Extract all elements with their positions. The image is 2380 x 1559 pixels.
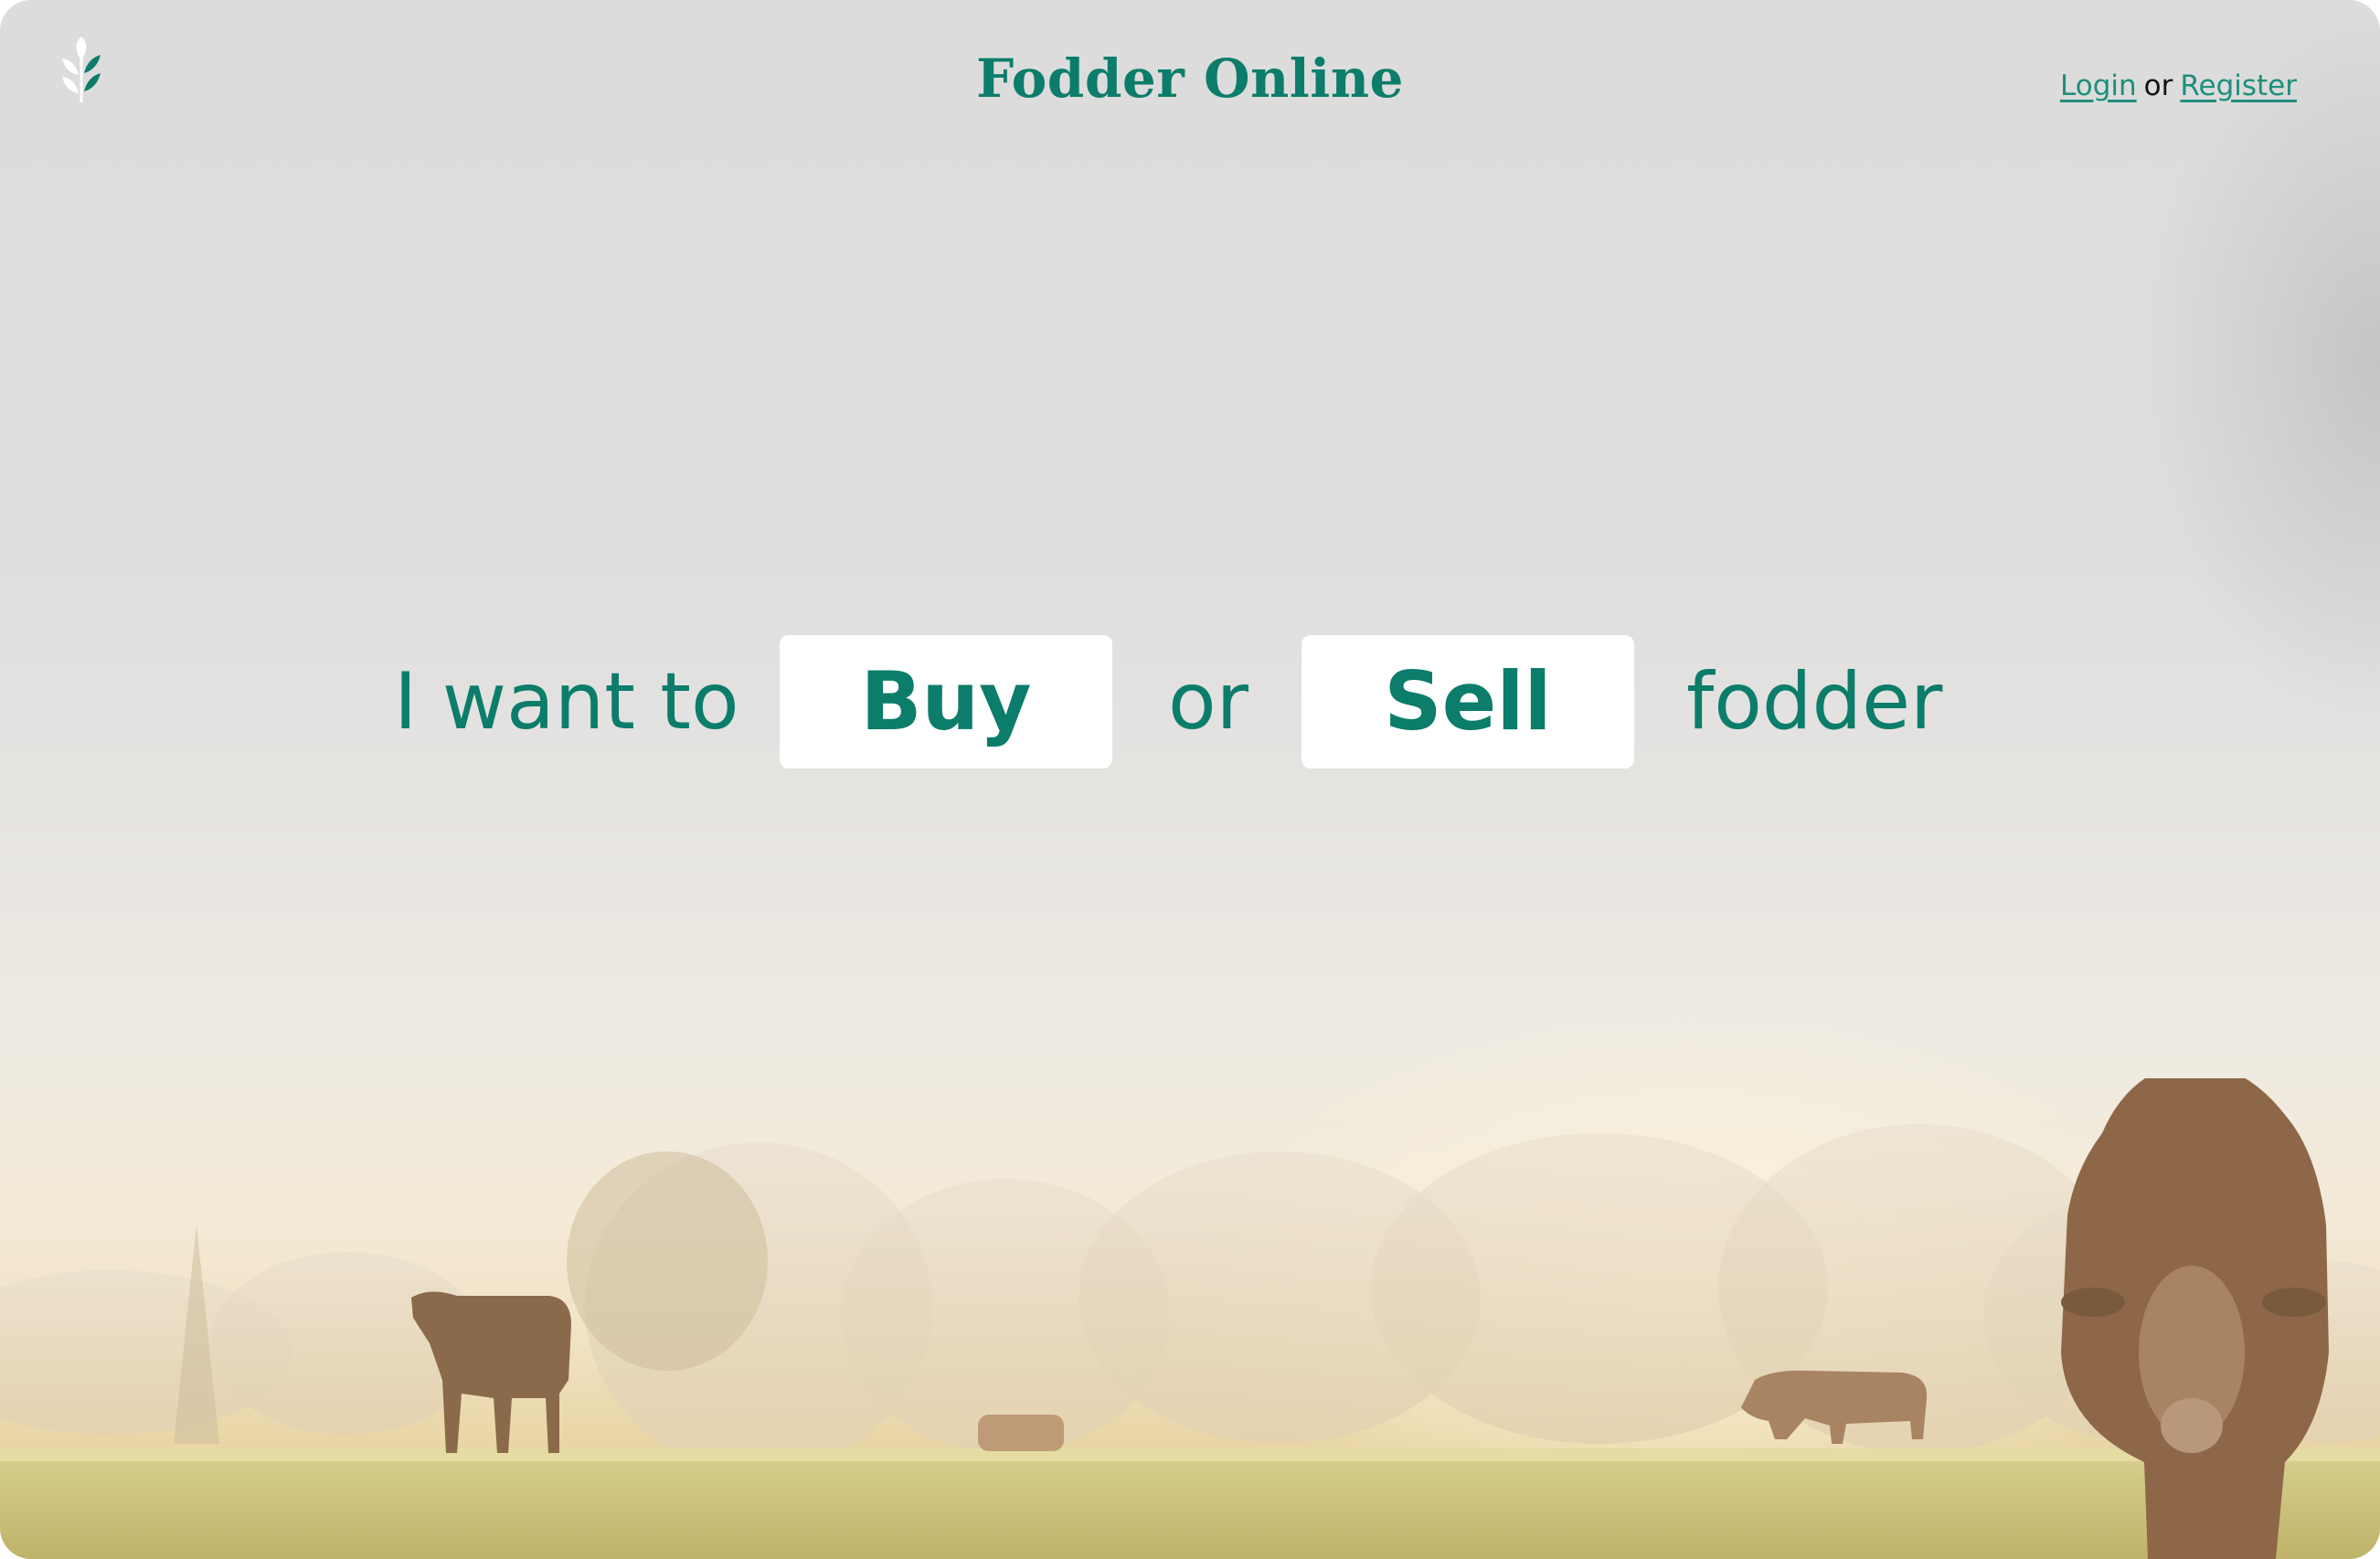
page-frame: Fodder Online Login or Register I want to … [0,0,2380,1559]
background-sun-glow [1188,1005,2194,1554]
hero-section: I want to Buy or Sell fodder [0,635,2380,769]
cow-grazing [1741,1370,1928,1444]
pasture-background-image [0,1078,2380,1559]
tree-line [0,1124,2380,1471]
page-title: Fodder Online [976,48,1404,110]
auth-or-text: or [2143,69,2173,102]
auth-links: Login or Register [2060,69,2297,102]
sell-button[interactable]: Sell [1302,635,1634,769]
cow-middle [978,1415,1064,1451]
cow-right [2061,1078,2329,1559]
hero-suffix-text: fodder [1686,656,1943,748]
hero-prefix-text: I want to [394,656,739,748]
register-link[interactable]: Register [2180,69,2297,102]
background-shade [2142,0,2380,731]
buy-button[interactable]: Buy [780,635,1112,769]
hero-or-text: or [1168,656,1248,748]
cow-left [411,1291,571,1453]
login-link[interactable]: Login [2060,69,2137,102]
